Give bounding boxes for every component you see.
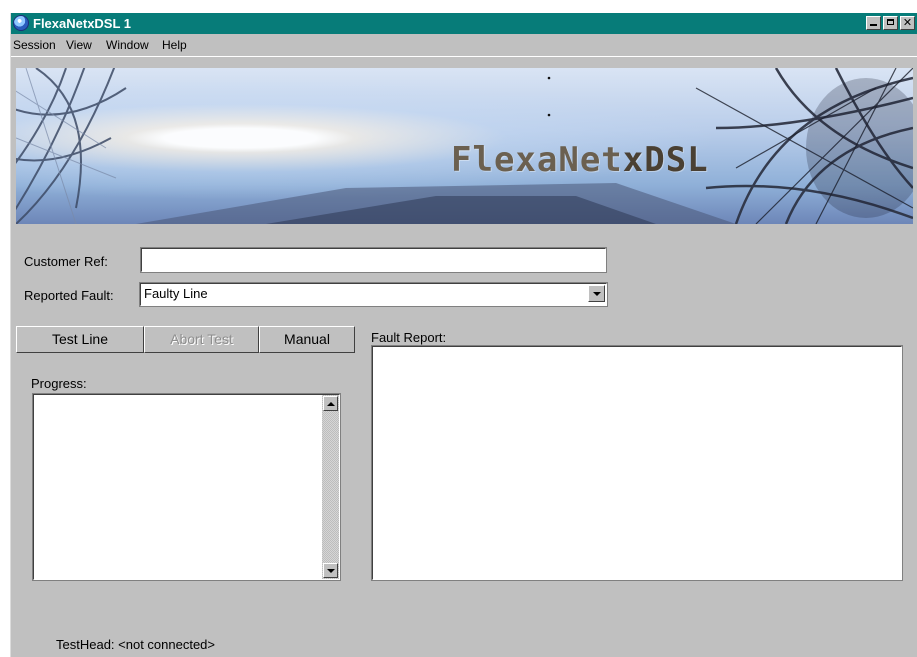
manual-button[interactable]: Manual	[259, 326, 355, 353]
fault-report-panel[interactable]	[371, 345, 903, 581]
menu-view[interactable]: View	[66, 38, 92, 52]
progress-label: Progress:	[31, 376, 87, 391]
menu-window[interactable]: Window	[106, 38, 149, 52]
maximize-icon[interactable]	[883, 16, 898, 30]
main-window: FlexaNetxDSL 1 ✕ Session View Window Hel…	[10, 13, 917, 657]
banner-title: FlexaNetxDSL	[451, 140, 709, 180]
dropdown-button[interactable]	[588, 285, 605, 302]
menu-help[interactable]: Help	[162, 38, 187, 52]
reported-fault-value: Faulty Line	[144, 286, 208, 301]
menu-bar: Session View Window Help	[11, 34, 917, 57]
customer-ref-input[interactable]	[142, 249, 605, 271]
window-title: FlexaNetxDSL 1	[33, 16, 132, 31]
banner-image: FlexaNetxDSL	[16, 68, 913, 224]
reported-fault-select[interactable]: Faulty Line	[139, 282, 608, 307]
progress-scrollbar[interactable]	[322, 395, 339, 579]
chevron-down-icon	[593, 292, 601, 296]
menu-session[interactable]: Session	[13, 38, 56, 52]
scroll-up-button[interactable]	[323, 396, 338, 411]
abort-test-button[interactable]: Abort Test	[144, 326, 259, 353]
progress-panel[interactable]	[32, 393, 341, 581]
customer-ref-label: Customer Ref:	[24, 254, 108, 269]
chevron-up-icon	[327, 402, 335, 406]
customer-ref-field[interactable]	[140, 247, 607, 273]
reported-fault-label: Reported Fault:	[24, 288, 114, 303]
close-icon[interactable]: ✕	[900, 16, 915, 30]
chevron-down-icon	[327, 569, 335, 573]
title-bar[interactable]: FlexaNetxDSL 1 ✕	[11, 13, 917, 34]
scroll-down-button[interactable]	[323, 563, 338, 578]
globe-icon[interactable]	[13, 15, 29, 31]
testhead-status: TestHead: <not connected>	[56, 637, 216, 652]
fault-report-label: Fault Report:	[371, 330, 447, 345]
window-controls: ✕	[866, 16, 915, 30]
test-line-button[interactable]: Test Line	[16, 326, 144, 353]
minimize-icon[interactable]	[866, 16, 881, 30]
